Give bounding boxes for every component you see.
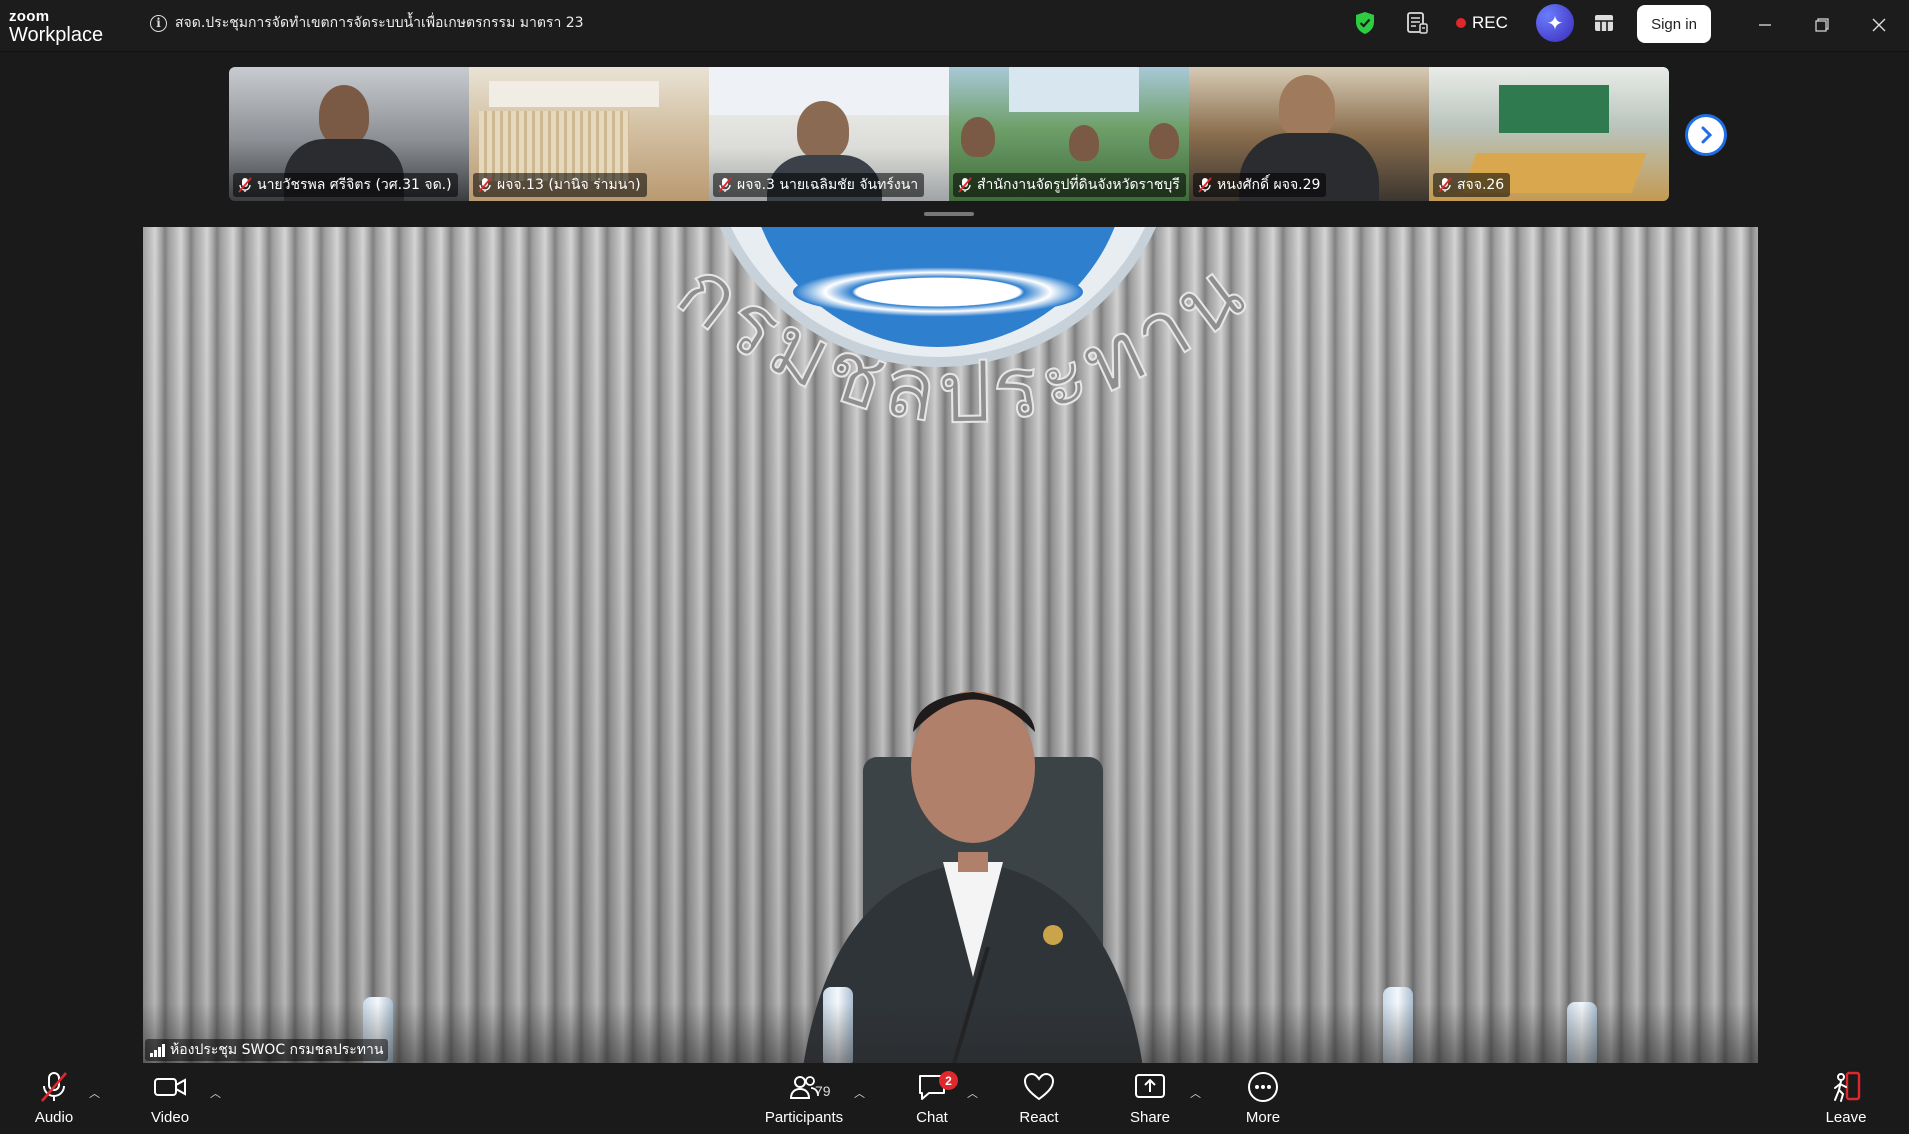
participants-count: 79: [815, 1083, 831, 1099]
wall-text: กรมชลประทาน: [658, 247, 1262, 444]
video-button[interactable]: Video: [125, 1069, 215, 1126]
participant-gallery: นายวัชรพล ศรีจิตร (วศ.31 จด.) ผจจ.13 (มา…: [229, 67, 1669, 201]
sign-in-button[interactable]: Sign in: [1637, 5, 1711, 43]
meeting-notes-icon[interactable]: [1405, 0, 1429, 46]
zoom-workplace-logo: zoom Workplace: [9, 9, 103, 45]
chat-label: Chat: [916, 1109, 948, 1126]
shield-check-icon[interactable]: [1354, 0, 1376, 46]
apps-icon[interactable]: [1594, 0, 1614, 46]
connection-signal-icon: [150, 1043, 165, 1057]
participant-name: สจจ.26: [1457, 177, 1505, 193]
mic-muted-icon: [478, 177, 492, 193]
share-options-caret-icon[interactable]: ︿: [1190, 1085, 1201, 1101]
participant-face: [1069, 125, 1099, 161]
leave-button[interactable]: Leave: [1801, 1069, 1891, 1126]
more-button[interactable]: More: [1218, 1069, 1308, 1126]
participants-button[interactable]: 79 Participants: [749, 1069, 859, 1126]
share-label: Share: [1129, 1109, 1171, 1126]
participants-options-caret-icon[interactable]: ︿: [854, 1085, 865, 1101]
active-speaker-video: กรมชลประทาน ห้องประชุม SWOC กรมชลประทาน: [143, 227, 1758, 1063]
share-button[interactable]: Share: [1105, 1069, 1195, 1126]
participant-tile[interactable]: นายวัชรพล ศรีจิตร (วศ.31 จด.): [229, 67, 469, 201]
presentation-screen: [1499, 85, 1609, 133]
chat-button[interactable]: 2 Chat: [887, 1069, 977, 1126]
leave-label: Leave: [1825, 1109, 1867, 1126]
more-icon: [1248, 1072, 1278, 1102]
more-label: More: [1245, 1109, 1281, 1126]
recording-indicator[interactable]: REC: [1456, 0, 1508, 46]
window-blinds: [479, 111, 629, 181]
participant-face: [319, 85, 369, 145]
ai-companion-icon: ✦: [1536, 4, 1574, 42]
brand-bottom: Workplace: [9, 24, 104, 46]
participant-face: [961, 117, 995, 157]
mic-muted-icon: [1438, 177, 1452, 193]
participant-tile[interactable]: ผจจ.3 นายเฉลิมชัย จันทร์งนา: [709, 67, 949, 201]
participant-tile[interactable]: สจจ.26: [1429, 67, 1669, 201]
brand-top: zoom: [9, 8, 50, 25]
restore-icon[interactable]: [1807, 10, 1837, 40]
meeting-toolbar: Audio ︿ Video ︿ 79 Participants ︿ 2 Chat…: [0, 1063, 1909, 1134]
banner: [489, 81, 659, 107]
share-screen-icon: [1135, 1074, 1165, 1098]
svg-text:กรมชลประทาน: กรมชลประทาน: [659, 247, 1267, 443]
chevron-right-icon: [1701, 126, 1713, 144]
gallery-next-button[interactable]: [1685, 114, 1727, 156]
audio-button[interactable]: Audio: [9, 1069, 99, 1126]
react-label: React: [1019, 1109, 1059, 1126]
audio-options-caret-icon[interactable]: ︿: [89, 1085, 100, 1101]
participant-name: หนงศักดิ์ ผจจ.29: [1217, 177, 1321, 193]
participant-tile[interactable]: สำนักงานจัดรูปที่ดินจังหวัดราชบุรี: [949, 67, 1189, 201]
audio-label: Audio: [34, 1109, 74, 1126]
participant-name: ผจจ.13 (มานิจ ร่ามนา): [497, 177, 641, 193]
participant-face: [1279, 75, 1335, 139]
participant-name-label: ผจจ.13 (มานิจ ร่ามนา): [473, 173, 647, 197]
participant-face: [797, 101, 849, 159]
participant-name-label: ผจจ.3 นายเฉลิมชัย จันทร์งนา: [713, 173, 925, 197]
participant-name: นายวัชรพล ศรีจิตร (วศ.31 จด.): [257, 177, 452, 193]
speaker: [803, 691, 1143, 1063]
participants-label: Participants: [764, 1109, 844, 1126]
resize-handle[interactable]: [924, 212, 974, 216]
participant-name-label: นายวัชรพล ศรีจิตร (วศ.31 จด.): [233, 173, 458, 197]
mic-muted-icon: [238, 177, 252, 193]
participant-name-label: สจจ.26: [1433, 173, 1511, 197]
info-icon[interactable]: i: [150, 14, 167, 32]
participant-name-label: หนงศักดิ์ ผจจ.29: [1193, 173, 1327, 197]
participant-tile[interactable]: หนงศักดิ์ ผจจ.29: [1189, 67, 1429, 201]
participant-tile[interactable]: ผจจ.13 (มานิจ ร่ามนา): [469, 67, 709, 201]
speaker-name-label: ห้องประชุม SWOC กรมชลประทาน: [145, 1039, 389, 1061]
rec-label: REC: [1472, 13, 1508, 32]
participant-name: ผจจ.3 นายเฉลิมชัย จันทร์งนา: [737, 177, 919, 193]
mic-muted-icon: [41, 1072, 67, 1102]
mic-muted-icon: [1198, 177, 1212, 193]
leave-icon: [1834, 1071, 1861, 1102]
react-button[interactable]: React: [994, 1069, 1084, 1126]
chat-options-caret-icon[interactable]: ︿: [967, 1085, 978, 1101]
title-bar: zoom Workplace i สจด.ประชุมการจัดทำเขตกา…: [0, 0, 1909, 52]
video-camera-icon: [154, 1078, 186, 1096]
meeting-title: สจด.ประชุมการจัดทำเขตการจัดระบบน้ำเพื่อเ…: [175, 15, 584, 31]
chat-unread-badge: 2: [939, 1071, 958, 1090]
participant-name: สำนักงานจัดรูปที่ดินจังหวัดราชบุรี: [977, 177, 1180, 193]
mic-muted-icon: [718, 177, 732, 193]
mic-muted-icon: [958, 177, 972, 193]
banner: [1009, 67, 1139, 112]
close-icon[interactable]: [1864, 10, 1894, 40]
minimize-icon[interactable]: [1750, 10, 1780, 40]
meeting-info[interactable]: i สจด.ประชุมการจัดทำเขตการจัดระบบน้ำเพื่…: [150, 12, 584, 34]
wall-lettering: กรมชลประทาน: [658, 247, 1267, 444]
video-label: Video: [150, 1109, 190, 1126]
heart-icon: [1023, 1072, 1055, 1101]
ai-companion-button[interactable]: ✦: [1536, 0, 1574, 46]
speaker-name: ห้องประชุม SWOC กรมชลประทาน: [170, 1042, 384, 1058]
participant-face: [1149, 123, 1179, 159]
participant-name-label: สำนักงานจัดรูปที่ดินจังหวัดราชบุรี: [953, 173, 1186, 197]
rec-dot-icon: [1456, 18, 1466, 28]
video-options-caret-icon[interactable]: ︿: [210, 1085, 221, 1101]
